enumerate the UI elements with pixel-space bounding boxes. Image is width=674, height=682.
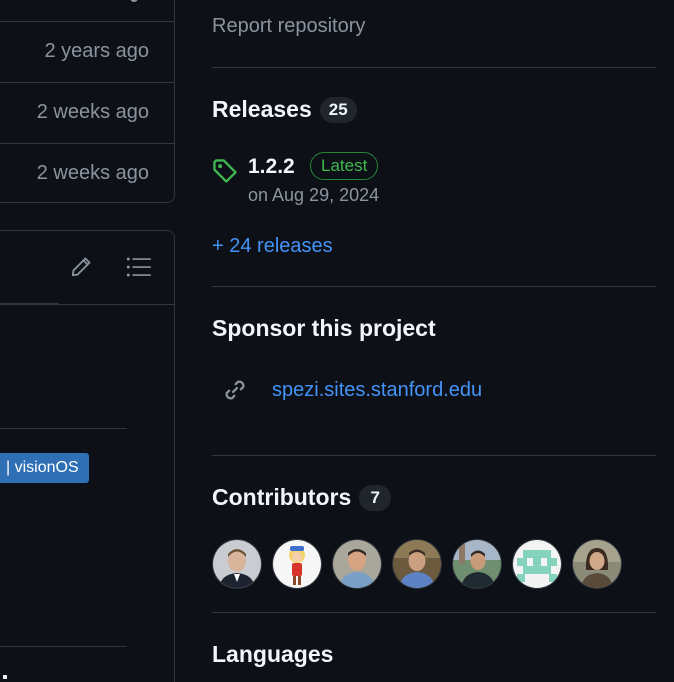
partial-icon <box>130 0 138 2</box>
divider <box>212 455 656 456</box>
languages-title: Languages <box>212 641 334 667</box>
contributors-heading[interactable]: Contributors 7 <box>212 484 392 511</box>
sponsor-title: Sponsor this project <box>212 315 436 341</box>
divider <box>0 428 127 429</box>
commit-age: 2 weeks ago <box>36 101 149 123</box>
avatar[interactable] <box>212 539 262 589</box>
contributor-avatars <box>212 539 632 589</box>
divider <box>212 67 656 68</box>
avatar[interactable] <box>272 539 322 589</box>
sponsor-link-row[interactable]: spezi.sites.stanford.edu <box>222 377 482 403</box>
platform-badge[interactable]: | visionOS <box>0 453 89 483</box>
tab-underline <box>0 303 59 305</box>
latest-badge: Latest <box>310 152 379 180</box>
page-root: 2 years ago 2 weeks ago 2 weeks ago | vi… <box>0 0 674 682</box>
file-row[interactable]: 2 weeks ago <box>0 143 174 204</box>
sponsor-url-link[interactable]: spezi.sites.stanford.edu <box>272 379 482 402</box>
list-icon[interactable] <box>125 253 153 281</box>
file-row[interactable]: 2 weeks ago <box>0 82 174 143</box>
file-list: 2 years ago 2 weeks ago 2 weeks ago <box>0 0 175 203</box>
avatar[interactable] <box>332 539 382 589</box>
latest-release[interactable]: 1.2.2 Latest on Aug 29, 2024 <box>212 152 656 212</box>
release-date: on Aug 29, 2024 <box>248 185 380 205</box>
readme-header <box>0 231 174 305</box>
file-row[interactable]: 2 years ago <box>0 21 174 82</box>
avatar[interactable] <box>392 539 442 589</box>
commit-age: 2 weeks ago <box>36 162 149 184</box>
text-fragment <box>3 675 7 679</box>
more-releases-link[interactable]: + 24 releases <box>212 235 333 258</box>
contributors-count: 7 <box>359 484 392 511</box>
avatar[interactable] <box>572 539 622 589</box>
release-version[interactable]: 1.2.2 <box>248 155 295 179</box>
divider <box>0 646 127 647</box>
releases-title: Releases <box>212 96 312 122</box>
avatar[interactable] <box>512 539 562 589</box>
divider <box>212 612 656 613</box>
divider <box>212 286 656 287</box>
commit-age: 2 years ago <box>44 40 149 62</box>
pencil-icon[interactable] <box>67 253 95 281</box>
link-icon <box>225 380 245 400</box>
tag-icon <box>213 159 237 183</box>
languages-heading: Languages <box>212 641 333 668</box>
contributors-title: Contributors <box>212 484 352 510</box>
report-repository-link[interactable]: Report repository <box>212 15 365 38</box>
sponsor-heading: Sponsor this project <box>212 315 436 342</box>
releases-heading[interactable]: Releases 25 <box>212 96 357 123</box>
releases-count: 25 <box>319 96 357 123</box>
repo-sidebar: Report repository Releases 25 1.2.2 Late… <box>212 0 656 682</box>
avatar[interactable] <box>452 539 502 589</box>
